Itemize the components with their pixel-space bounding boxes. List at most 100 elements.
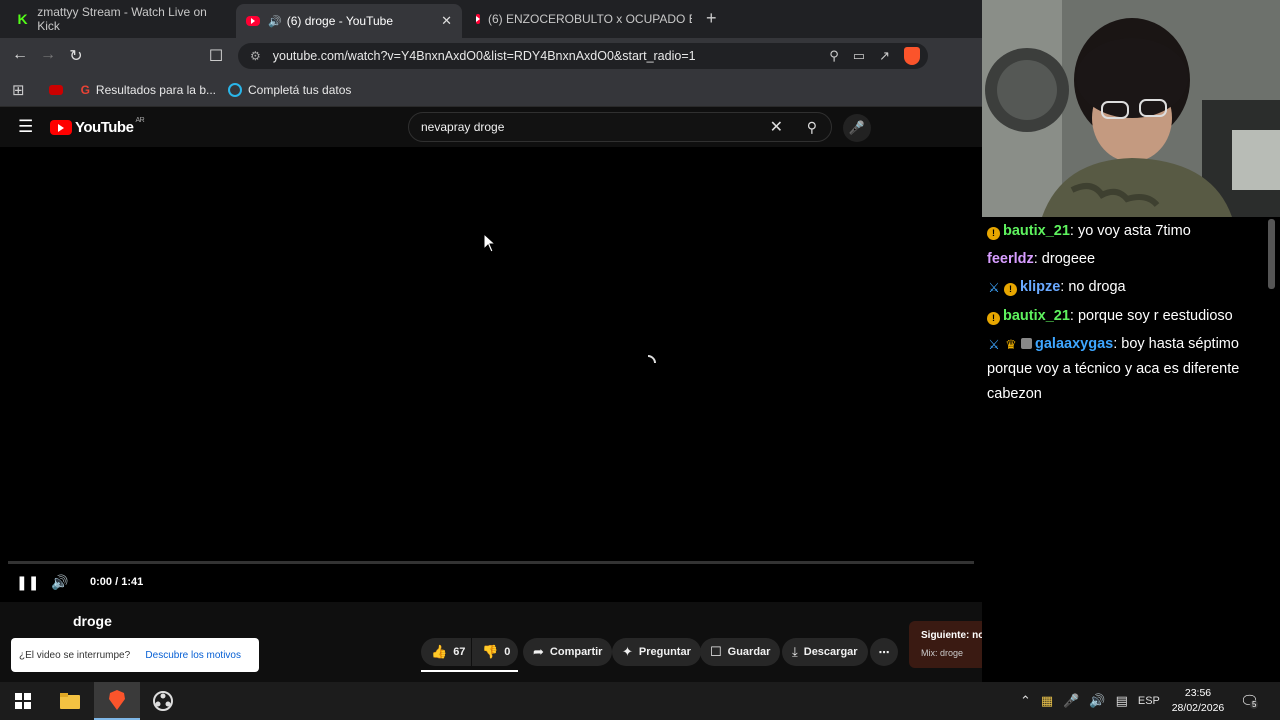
chat-message: feerldz: drogeee <box>987 251 1096 267</box>
speaker-icon: 🔊 <box>268 15 282 28</box>
tab-title: (6) ENZOCEROBULTO x OCUPADO EN <box>488 12 692 26</box>
cast-icon[interactable]: ▭ <box>853 48 865 64</box>
close-tab-icon[interactable]: ✕ <box>441 13 452 29</box>
chat-message: ⚔ ♛ galaaxygas: boy hasta séptimo porque v… <box>987 336 1240 402</box>
sword-badge-icon: ⚔ <box>988 337 1000 352</box>
pause-button[interactable]: ❚❚ <box>16 574 39 591</box>
zoom-icon[interactable]: ⚲ <box>829 48 839 64</box>
like-button[interactable]: 👍 67 <box>421 638 471 666</box>
tab-youtube-enzo[interactable]: (6) ENZOCEROBULTO x OCUPADO EN <box>466 4 692 34</box>
clear-search-icon[interactable]: ✕ <box>770 117 783 137</box>
download-button[interactable]: ⤓ Descargar <box>782 638 868 666</box>
progress-bar[interactable] <box>8 561 974 564</box>
search-icon[interactable]: ⚲ <box>807 119 817 136</box>
webcam-feed <box>982 0 1280 217</box>
share-arrow-icon: ➦ <box>533 644 544 659</box>
chat-scrollbar[interactable] <box>1268 219 1275 289</box>
bookmark-icon[interactable]: ☐ <box>206 46 226 66</box>
url-text: youtube.com/watch?v=Y4BnxnAxdO0&list=RDY… <box>272 49 696 63</box>
apps-grid-icon[interactable]: ⊞ <box>12 81 25 99</box>
sub-badge-icon: ! <box>987 312 1000 325</box>
windows-taskbar: ⌃ ▦ 🎤 🔊 ▤ ESP 23:56 28/02/2026 🗨5 <box>0 682 1280 720</box>
tab-title: zmattyy Stream - Watch Live on Kick <box>37 5 207 33</box>
voice-search-mic-icon[interactable]: 🎤 <box>843 114 871 142</box>
more-actions-button[interactable]: ⋯ <box>870 638 898 666</box>
clock-date: 28/02/2026 <box>1171 702 1225 714</box>
youtube-header: ☰ YouTube AR nevapray droge ✕ ⚲ 🎤 <box>0 107 982 147</box>
notifications-icon[interactable]: 🗨5 <box>1240 692 1259 710</box>
system-tray: ⌃ ▦ 🎤 🔊 ▤ ESP <box>1020 682 1160 720</box>
network-icon[interactable]: ▤ <box>1116 693 1128 709</box>
interruption-notice: ¿El video se interrumpe? Descubre los mo… <box>11 638 259 672</box>
tab-youtube-droge[interactable]: 🔊 (6) droge - YouTube ✕ <box>236 4 462 38</box>
chat-username[interactable]: galaaxygas <box>1035 336 1113 352</box>
tab-title: (6) droge - YouTube <box>286 14 393 28</box>
chat-username[interactable]: bautix_21 <box>1003 308 1070 324</box>
search-query: nevapray droge <box>421 120 505 134</box>
obs-icon[interactable] <box>140 682 186 720</box>
browser-tab-strip: K zmattyy Stream - Watch Live on Kick 🔊 … <box>0 0 982 38</box>
volume-button[interactable]: 🔊 <box>51 574 68 591</box>
search-input[interactable]: nevapray droge ✕ ⚲ <box>408 112 832 142</box>
stream-chat: ! bautix_21: yo voy asta 7timo feerldz: d… <box>982 217 1280 682</box>
youtube-logo[interactable]: YouTube AR <box>50 117 145 136</box>
video-title: droge <box>73 613 112 629</box>
sword-badge-icon: ⚔ <box>988 280 1000 295</box>
video-player[interactable] <box>0 147 982 602</box>
crown-badge-icon: ♛ <box>1005 337 1017 352</box>
reload-button[interactable]: ↻ <box>66 46 86 66</box>
webcam-image <box>982 0 1280 217</box>
chat-message: ! bautix_21: porque soy r eestudioso <box>987 304 1255 329</box>
circle-icon <box>228 83 242 97</box>
chat-username[interactable]: klipze <box>1020 279 1060 295</box>
url-field[interactable]: ⚙ youtube.com/watch?v=Y4BnxnAxdO0&list=R… <box>238 43 928 69</box>
youtube-icon <box>246 16 260 26</box>
language-indicator[interactable]: ESP <box>1138 695 1160 707</box>
time-display: 0:00 / 1:41 <box>90 576 144 588</box>
brave-browser-icon[interactable] <box>94 682 140 720</box>
google-icon: G <box>80 83 90 97</box>
sub-badge-icon: ! <box>1004 283 1017 296</box>
file-explorer-icon[interactable] <box>47 682 93 720</box>
site-settings-icon[interactable]: ⚙ <box>250 49 261 63</box>
dislike-button[interactable]: 👎 0 <box>472 638 518 666</box>
bookmark-completa-datos[interactable]: Completá tus datos <box>228 83 351 97</box>
bookmark-icon: ☐ <box>710 644 722 659</box>
menu-icon[interactable]: ☰ <box>18 117 33 137</box>
youtube-play-icon <box>50 120 72 135</box>
video-info-section: droge ¿El video se interrumpe? Descubre … <box>0 602 1192 682</box>
chat-message: ! bautix_21: yo voy asta 7timo <box>987 219 1255 244</box>
volume-icon[interactable]: 🔊 <box>1089 693 1105 709</box>
forward-button[interactable]: → <box>38 46 58 64</box>
system-clock[interactable]: 23:56 28/02/2026 <box>1168 686 1228 716</box>
chat-username[interactable]: bautix_21 <box>1003 223 1070 239</box>
back-button[interactable]: ← <box>10 46 30 64</box>
clock-time: 23:56 <box>1184 687 1212 699</box>
tab-underline <box>421 670 518 672</box>
brave-shield-icon[interactable] <box>904 47 920 65</box>
new-tab-button[interactable]: + <box>706 8 717 29</box>
sparkle-icon: ✦ <box>622 644 633 659</box>
bookmark-youtube[interactable] <box>48 85 69 95</box>
discover-reasons-link[interactable]: Descubre los motivos <box>145 650 251 661</box>
address-toolbar: ← → ↻ ☐ ⚙ youtube.com/watch?v=Y4BnxnAxdO… <box>0 38 982 74</box>
tray-app-icon[interactable]: ▦ <box>1041 693 1053 709</box>
ask-button[interactable]: ✦ Preguntar <box>612 638 701 666</box>
windows-start-icon[interactable] <box>0 682 46 720</box>
youtube-icon <box>476 14 480 24</box>
bookmark-search-results[interactable]: G Resultados para la b... <box>81 83 216 97</box>
up-next-mix: Mix: droge <box>921 648 964 658</box>
tab-kick[interactable]: K zmattyy Stream - Watch Live on Kick <box>6 4 232 34</box>
thumbs-down-icon: 👎 <box>482 644 499 659</box>
save-button[interactable]: ☐ Guardar <box>700 638 781 666</box>
more-dots-icon: ⋯ <box>878 646 890 659</box>
microphone-icon[interactable]: 🎤 <box>1063 693 1079 709</box>
bot-badge-icon <box>1021 338 1032 349</box>
chevron-up-icon[interactable]: ⌃ <box>1020 693 1031 709</box>
kick-icon: K <box>17 11 28 27</box>
share-icon[interactable]: ↗ <box>879 48 890 64</box>
chat-username[interactable]: feerldz <box>987 251 1034 267</box>
youtube-icon <box>48 85 63 95</box>
sub-badge-icon: ! <box>987 227 1000 240</box>
share-button[interactable]: ➦ Compartir <box>523 638 613 666</box>
